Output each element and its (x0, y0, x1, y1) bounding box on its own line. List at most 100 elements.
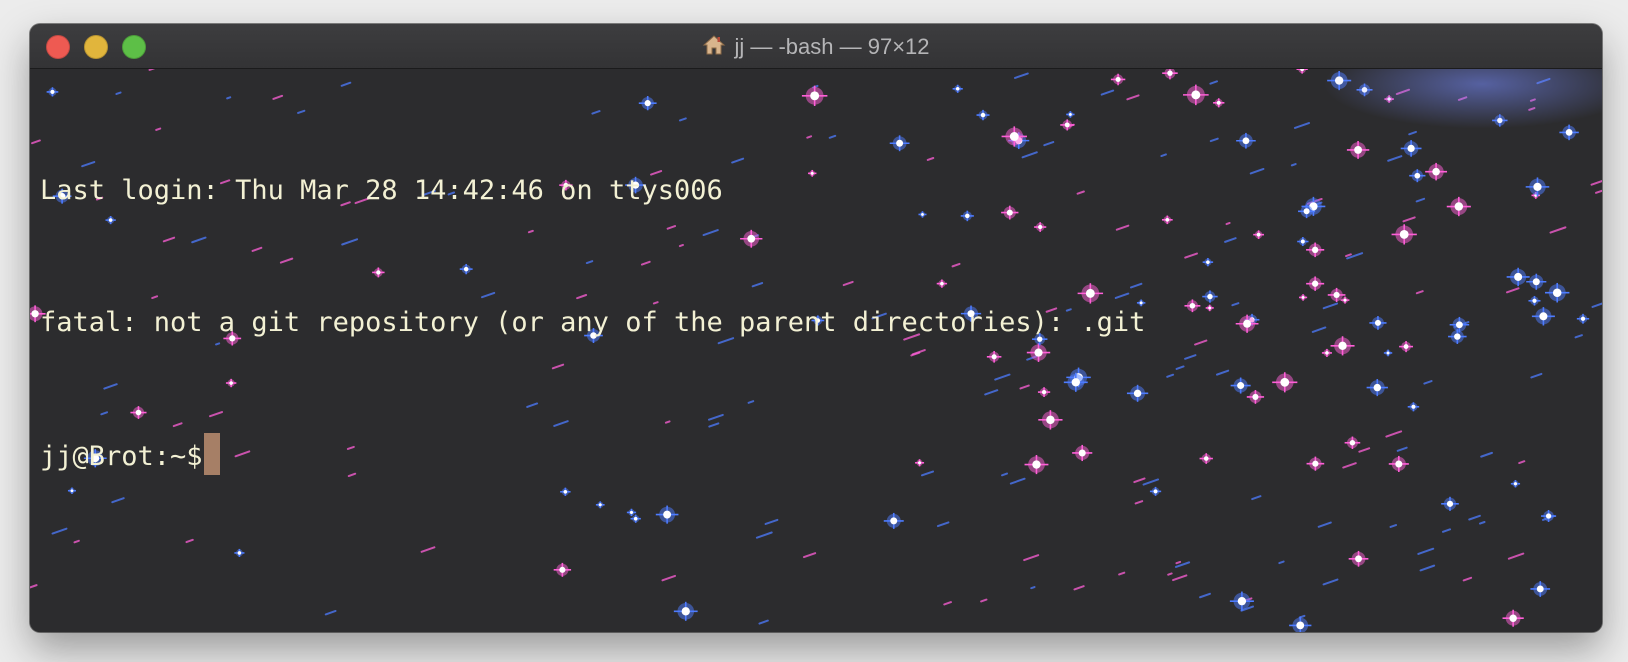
star-sparkle (1506, 267, 1530, 287)
star-streak (758, 619, 769, 625)
star-streak (1251, 495, 1262, 501)
star-sparkle (1388, 455, 1409, 472)
star-sparkle (1344, 436, 1361, 449)
star-streak (1118, 571, 1126, 576)
star-streak (1215, 369, 1230, 376)
star-streak (1167, 572, 1173, 576)
star-sparkle (1449, 316, 1470, 333)
star-sparkle (1399, 341, 1414, 353)
star-streak (1479, 521, 1486, 525)
terminal-window: jj — -bash — 97×12 Last login: Thu Mar 2… (30, 24, 1602, 632)
star-sparkle (1161, 215, 1173, 225)
star-streak (1345, 253, 1352, 258)
star-streak (1389, 524, 1397, 528)
star-sparkle (1183, 84, 1209, 106)
star-sparkle (1448, 329, 1467, 344)
star-streak (943, 601, 952, 606)
star-streak (1317, 521, 1332, 528)
star-streak (1322, 578, 1339, 586)
star-sparkle (1306, 276, 1325, 291)
star-streak (1030, 586, 1036, 590)
star-streak (324, 609, 337, 616)
window-title: jj — -bash — 97×12 (30, 33, 1602, 63)
terminal-view[interactable]: Last login: Thu Mar 28 14:42:46 on ttys0… (30, 69, 1602, 632)
star-sparkle (1391, 224, 1417, 245)
star-streak (1385, 430, 1403, 438)
star-sparkle (1246, 390, 1265, 404)
star-streak (1290, 163, 1297, 167)
star-sparkle (1400, 140, 1422, 157)
star-sparkle (1253, 230, 1265, 239)
star-sparkle (673, 601, 698, 621)
star-streak (1175, 365, 1185, 370)
star-streak (31, 139, 41, 145)
star-streak (1199, 592, 1211, 599)
star-streak (1160, 153, 1167, 158)
star-streak (1480, 451, 1493, 458)
star-streak (1184, 252, 1198, 259)
star-streak (1293, 122, 1310, 129)
star-streak (1224, 237, 1237, 243)
star-sparkle (1205, 304, 1214, 312)
star-sparkle (1202, 257, 1214, 267)
star-streak (1396, 446, 1408, 452)
star-streak (1530, 372, 1543, 379)
star-sparkle (1407, 402, 1420, 412)
star-streak (1322, 302, 1339, 310)
star-sparkle (1236, 132, 1256, 149)
star-streak (1311, 326, 1327, 333)
star-sparkle (1425, 162, 1448, 181)
star-streak (1342, 462, 1357, 469)
star-sparkle (1576, 313, 1590, 324)
star-sparkle (1306, 456, 1325, 471)
star-streak (1441, 528, 1452, 533)
star-sparkle (1502, 609, 1524, 627)
star-streak (1417, 547, 1435, 555)
star-sparkle (1510, 480, 1521, 488)
star-streak (1013, 72, 1029, 79)
star-streak (1419, 564, 1436, 572)
star-sparkle (1531, 307, 1555, 326)
terminal-output[interactable]: Last login: Thu Mar 28 14:42:46 on ttys0… (40, 81, 1145, 567)
star-sparkle (1525, 177, 1550, 197)
star-streak (1175, 560, 1182, 565)
star-streak (1518, 460, 1526, 465)
star-streak (980, 598, 988, 603)
star-sparkle (1530, 581, 1551, 597)
title-bar[interactable]: jj — -bash — 97×12 (30, 24, 1602, 69)
star-sparkle (1330, 336, 1355, 356)
star-streak (661, 574, 677, 582)
star-sparkle (1289, 616, 1312, 632)
star-sparkle (1544, 282, 1570, 303)
star-streak (1166, 373, 1175, 378)
star-streak (1506, 287, 1520, 294)
prompt-line: jj@Brot:~$ (40, 433, 1145, 479)
star-streak (1194, 339, 1208, 346)
star-sparkle (1383, 349, 1393, 357)
star-streak (1278, 560, 1285, 565)
star-streak (1402, 216, 1416, 223)
star-sparkle (1366, 379, 1388, 397)
shell-prompt: jj@Brot:~$ (40, 441, 203, 472)
window-title-text: jj — -bash — 97×12 (734, 34, 930, 59)
star-streak (1209, 137, 1219, 143)
home-icon (702, 33, 726, 63)
star-streak (1387, 155, 1403, 162)
star-sparkle (1348, 550, 1369, 567)
star-streak (1423, 380, 1433, 385)
star-streak (30, 584, 38, 589)
background-glow (1322, 69, 1602, 129)
star-streak (1468, 514, 1481, 521)
star-streak (1358, 447, 1371, 453)
star-streak (1231, 302, 1240, 307)
star-streak (1142, 478, 1160, 486)
star-streak (1209, 80, 1218, 85)
star-streak (1595, 189, 1602, 194)
star-streak (1172, 574, 1188, 582)
star-sparkle (1213, 98, 1225, 108)
star-streak (1184, 354, 1197, 360)
star-sparkle (1149, 486, 1162, 496)
star-sparkle (1202, 290, 1218, 303)
star-streak (1415, 290, 1424, 295)
output-line-login: Last login: Thu Mar 28 14:42:46 on ttys0… (40, 175, 723, 206)
